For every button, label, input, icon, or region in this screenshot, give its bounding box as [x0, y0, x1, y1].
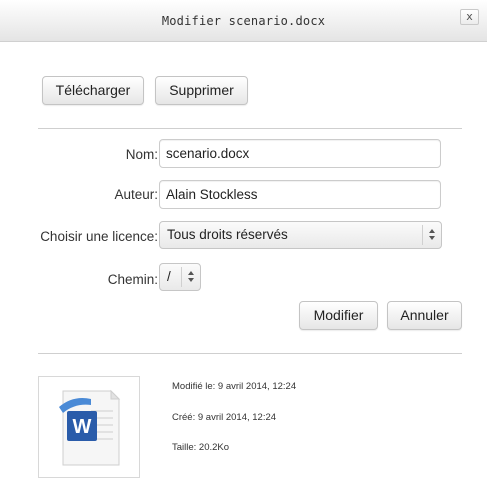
name-input[interactable]: scenario.docx [159, 139, 441, 168]
license-select-value: Tous droits réservés [167, 227, 288, 242]
created-date: Créé: 9 avril 2014, 12:24 [172, 412, 277, 423]
name-label: Nom: [125, 147, 158, 162]
author-label: Auteur: [114, 187, 158, 202]
select-arrows-icon [181, 267, 200, 287]
dialog-title: Modifier scenario.docx [161, 14, 326, 28]
select-arrows-icon [422, 225, 441, 245]
top-divider [38, 128, 462, 129]
bottom-divider [38, 353, 462, 354]
license-label: Choisir une licence: [40, 229, 158, 244]
word-document-icon: W [59, 389, 121, 466]
edit-file-dialog: Modifier scenario.docx x Télécharger Sup… [0, 0, 487, 486]
cancel-button[interactable]: Annuler [387, 301, 462, 330]
author-input[interactable]: Alain Stockless [159, 180, 441, 209]
close-button[interactable]: x [460, 9, 479, 25]
path-select[interactable]: / [159, 263, 201, 291]
dialog-titlebar: Modifier scenario.docx x [0, 0, 487, 42]
file-thumbnail: W [38, 376, 140, 478]
file-size: Taille: 20.2Ko [172, 442, 230, 453]
svg-text:W: W [73, 416, 92, 438]
path-label: Chemin: [107, 272, 158, 287]
download-button[interactable]: Télécharger [42, 76, 144, 105]
license-select[interactable]: Tous droits réservés [159, 221, 442, 249]
delete-button[interactable]: Supprimer [155, 76, 248, 105]
submit-button[interactable]: Modifier [299, 301, 378, 330]
path-select-value: / [167, 269, 171, 284]
close-icon: x [466, 10, 473, 23]
modified-date: Modifié le: 9 avril 2014, 12:24 [172, 381, 297, 392]
